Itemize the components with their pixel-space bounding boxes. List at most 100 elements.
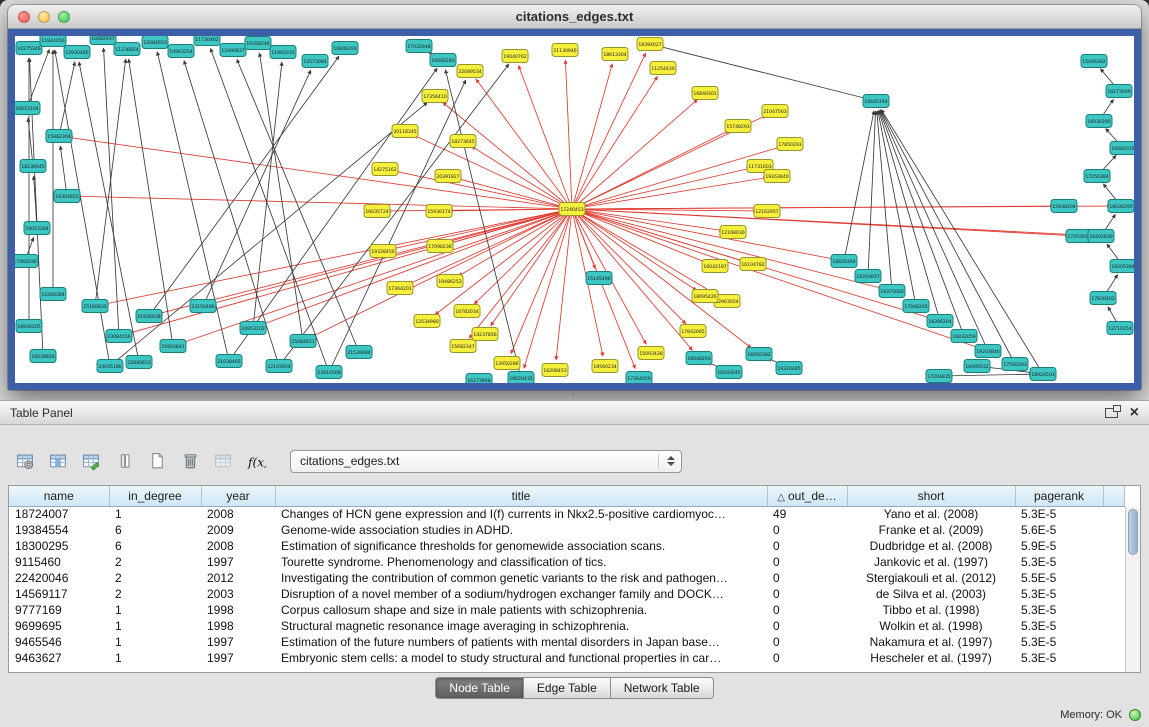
table-cell[interactable]: 0 — [767, 650, 847, 666]
table-cell[interactable]: Genome-wide association studies in ADHD. — [275, 522, 767, 538]
table-cell[interactable]: 9777169 — [9, 602, 109, 618]
network-edge[interactable] — [105, 209, 572, 304]
network-node[interactable]: 16849301 — [692, 87, 718, 100]
table-row[interactable]: 911546021997Tourette syndrome. Phenomeno… — [9, 554, 1125, 570]
table-cell[interactable]: Embryonic stem cells: a model to study s… — [275, 650, 767, 666]
import-table-disabled-icon[interactable] — [210, 449, 236, 473]
function-builder-icon[interactable]: f(x) — [243, 449, 269, 473]
network-node[interactable]: 15748293 — [725, 120, 751, 133]
table-cell[interactable]: 0 — [767, 618, 847, 634]
table-cell[interactable]: 0 — [767, 602, 847, 618]
zoom-window-button[interactable] — [58, 11, 70, 23]
network-node[interactable]: 19375026 — [879, 285, 905, 298]
network-node[interactable]: 16645794 — [863, 95, 889, 108]
column-header-year[interactable]: year — [201, 486, 275, 506]
network-node[interactable]: 11254430 — [650, 62, 676, 75]
network-node[interactable]: 21539084 — [346, 346, 372, 359]
network-node[interactable]: 16492830 — [1088, 230, 1114, 243]
network-edge[interactable] — [203, 70, 311, 306]
table-cell[interactable]: Stergiakouli et al. (2012) — [847, 570, 1015, 586]
network-node[interactable]: 15930174 — [426, 205, 452, 218]
network-node[interactable]: 25160832 — [82, 300, 108, 313]
network-node[interactable]: 17048265 — [903, 300, 929, 313]
network-node[interactable]: 18273049 — [1106, 85, 1132, 98]
network-node[interactable]: 19203846 — [975, 345, 1001, 358]
network-node[interactable]: 18394027 — [637, 38, 663, 51]
network-node[interactable]: 14275162 — [372, 163, 398, 176]
network-edge[interactable] — [435, 209, 572, 315]
network-node[interactable]: 10482937 — [90, 36, 116, 45]
network-edge[interactable] — [149, 56, 339, 316]
table-cell[interactable]: Tibbo et al. (1998) — [847, 602, 1015, 618]
network-node[interactable]: 19263840 — [764, 170, 790, 183]
table-cell[interactable]: 1997 — [201, 650, 275, 666]
select-columns-icon[interactable] — [45, 449, 71, 473]
table-cell[interactable]: Corpus callosum shape and size in male p… — [275, 602, 767, 618]
network-node[interactable]: 18820394 — [831, 255, 857, 268]
network-edge[interactable] — [572, 209, 706, 262]
network-node[interactable]: 17356410 — [422, 90, 448, 103]
network-node[interactable]: 15046382 — [1081, 55, 1107, 68]
network-node[interactable]: 22103954 — [266, 360, 292, 373]
network-edge[interactable] — [279, 64, 509, 366]
network-node[interactable]: 24953102 — [240, 322, 266, 335]
table-row[interactable]: 1830029562008Estimation of significance … — [9, 538, 1125, 554]
table-cell[interactable]: Investigating the contribution of common… — [275, 570, 767, 586]
network-node[interactable]: 17364059 — [626, 372, 652, 384]
table-cell[interactable]: 19384554 — [9, 522, 109, 538]
table-row[interactable]: 946554611997Estimation of the future num… — [9, 634, 1125, 650]
network-node[interactable]: 15938204 — [1051, 200, 1077, 213]
table-cell[interactable]: 5.3E-5 — [1015, 554, 1103, 570]
rows-icon[interactable] — [111, 449, 137, 473]
table-row[interactable]: 977716911998Corpus callosum shape and si… — [9, 602, 1125, 618]
network-edge[interactable] — [95, 59, 126, 306]
network-node[interactable]: 16930285 — [1086, 115, 1112, 128]
network-edge[interactable] — [55, 50, 110, 366]
network-node[interactable]: 18396204 — [927, 315, 953, 328]
network-node[interactable]: 17830462 — [1090, 292, 1116, 305]
table-cell[interactable]: 9699695 — [9, 618, 109, 634]
network-node[interactable]: 16273948 — [466, 374, 492, 384]
table-cell[interactable]: 0 — [767, 570, 847, 586]
table-cell[interactable]: 5.3E-5 — [1015, 634, 1103, 650]
network-edge[interactable] — [476, 79, 572, 209]
network-node[interactable]: 12084653 — [142, 36, 168, 49]
network-node[interactable]: 15260384 — [40, 288, 66, 301]
network-edge[interactable] — [565, 60, 572, 209]
column-header-name[interactable]: name — [9, 486, 109, 506]
close-panel-icon[interactable]: × — [1130, 406, 1139, 420]
minimize-window-button[interactable] — [38, 11, 50, 23]
network-node[interactable]: 23150486 — [190, 300, 216, 313]
network-node[interactable]: 11962035 — [270, 46, 296, 59]
column-header-in_degree[interactable]: in_degree — [109, 486, 201, 506]
network-edge[interactable] — [572, 168, 750, 209]
network-node[interactable]: 16104782 — [740, 258, 766, 271]
network-node[interactable]: 19053284 — [24, 222, 50, 235]
network-node[interactable]: 17240453 — [559, 203, 585, 216]
close-window-button[interactable] — [18, 11, 30, 23]
network-node[interactable]: 18495032 — [964, 360, 990, 373]
column-header-title[interactable]: title — [275, 486, 767, 506]
network-node[interactable]: 11730462 — [194, 36, 220, 46]
edit-table-icon[interactable] — [78, 449, 104, 473]
table-selector-dropdown[interactable]: citations_edges.txt — [290, 450, 682, 473]
table-cell[interactable]: 1 — [109, 618, 201, 634]
network-node[interactable]: 13950286 — [494, 357, 520, 370]
table-row[interactable]: 946362711997Embryonic stem cells: a mode… — [9, 650, 1125, 666]
network-node[interactable]: 19406283 — [430, 54, 456, 67]
table-cell[interactable]: 5.3E-5 — [1015, 506, 1103, 522]
network-node[interactable]: 19482035 — [1110, 142, 1134, 155]
network-edge[interactable] — [458, 179, 572, 209]
network-node[interactable]: 18036295 — [1108, 200, 1134, 213]
network-edge[interactable] — [60, 146, 67, 196]
table-row[interactable]: 1872400712008Changes of HCN gene express… — [9, 506, 1125, 522]
network-edge[interactable] — [572, 209, 635, 369]
network-node[interactable]: 25903841 — [160, 340, 186, 353]
table-cell[interactable]: 6 — [109, 522, 201, 538]
network-node[interactable]: 16539820 — [30, 350, 56, 363]
network-edge[interactable] — [572, 209, 1091, 235]
scrollbar-thumb[interactable] — [1128, 509, 1138, 555]
network-edge[interactable] — [312, 209, 572, 337]
network-node[interactable]: 18924503 — [1030, 368, 1056, 381]
table-row[interactable]: 2242004622012Investigating the contribut… — [9, 570, 1125, 586]
